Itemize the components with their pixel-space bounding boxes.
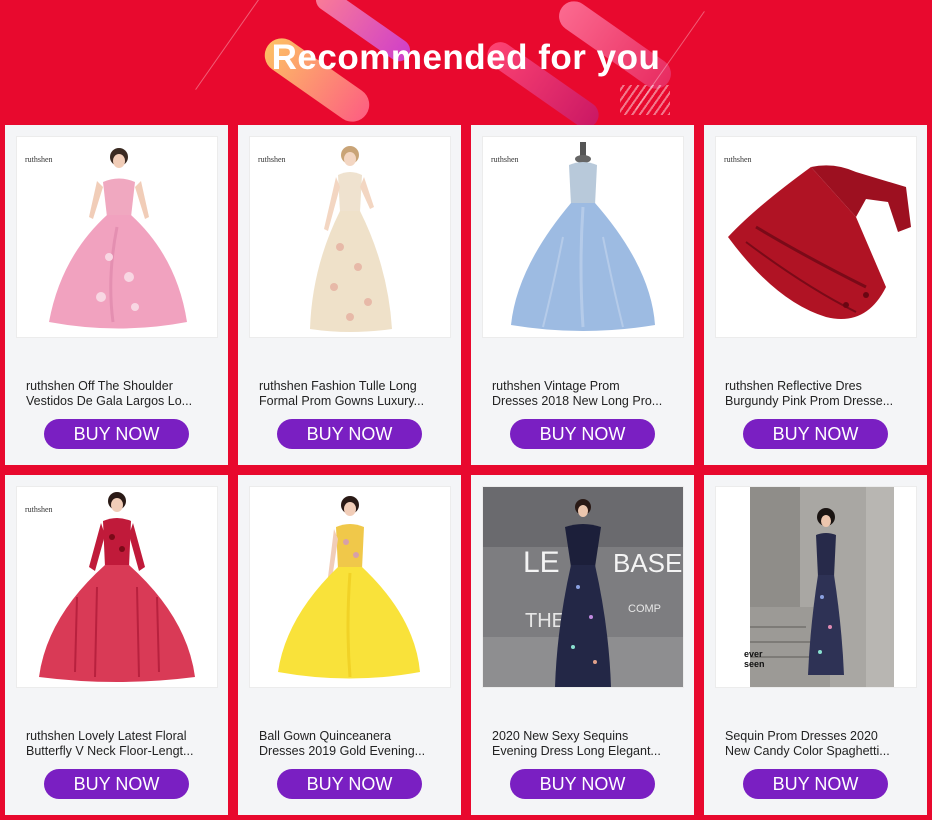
product-card[interactable]: ruthshen ruthshen Vintage Prom Dresses 2…: [471, 125, 694, 465]
dress-illustration: [49, 148, 187, 329]
header-banner: Recommended for you: [0, 0, 932, 125]
buy-now-button[interactable]: BUY NOW: [277, 769, 422, 799]
buy-now-button[interactable]: BUY NOW: [510, 419, 655, 449]
buy-now-button[interactable]: BUY NOW: [743, 769, 888, 799]
product-title[interactable]: Ball Gown Quinceanera Dresses 2019 Gold …: [259, 729, 445, 759]
product-card[interactable]: Ball Gown Quinceanera Dresses 2019 Gold …: [238, 475, 461, 815]
photo-sign-text: COMP: [628, 603, 661, 615]
photo-illustration: LE BASES THE COMP: [483, 487, 683, 687]
photo-sign-text: ever: [744, 649, 763, 659]
buy-now-button[interactable]: BUY NOW: [44, 769, 189, 799]
product-title[interactable]: Sequin Prom Dresses 2020 New Candy Color…: [725, 729, 911, 759]
dress-illustration: [278, 496, 420, 679]
buy-now-button[interactable]: BUY NOW: [510, 769, 655, 799]
dress-illustration: [728, 165, 911, 319]
product-title[interactable]: 2020 New Sexy Sequins Evening Dress Long…: [492, 729, 678, 759]
decorative-hatch: [620, 85, 670, 115]
photo-sign-text: seen: [744, 659, 765, 669]
product-image[interactable]: ruthshen: [482, 136, 684, 338]
dress-illustration: [511, 142, 655, 331]
buy-now-button[interactable]: BUY NOW: [743, 419, 888, 449]
product-title[interactable]: ruthshen Vintage Prom Dresses 2018 New L…: [492, 379, 678, 409]
dress-illustration: [310, 146, 392, 332]
page-title: Recommended for you: [271, 38, 661, 77]
product-card[interactable]: ruthshen ruthshen Lovely Latest Floral B…: [5, 475, 228, 815]
product-card[interactable]: ever seen Sequin Prom Dresses 2020 New C…: [704, 475, 927, 815]
product-image[interactable]: ruthshen: [715, 136, 917, 338]
product-image[interactable]: ruthshen: [16, 136, 218, 338]
product-title[interactable]: ruthshen Fashion Tulle Long Formal Prom …: [259, 379, 445, 409]
product-title[interactable]: ruthshen Reflective Dres Burgundy Pink P…: [725, 379, 911, 409]
product-image[interactable]: ruthshen: [16, 486, 218, 688]
product-image[interactable]: [249, 486, 451, 688]
product-grid: ruthshen ruthshen Off The Shoulder Vesti…: [5, 125, 927, 815]
product-card[interactable]: LE BASES THE COMP 2020 New Sexy Sequins …: [471, 475, 694, 815]
product-card[interactable]: ruthshen ruthshen Reflective Dres Burgun…: [704, 125, 927, 465]
photo-sign-text: LE: [523, 546, 560, 579]
buy-now-button[interactable]: BUY NOW: [44, 419, 189, 449]
photo-illustration: ever seen: [744, 487, 894, 687]
product-image[interactable]: ruthshen: [249, 136, 451, 338]
product-card[interactable]: ruthshen ruthshen Off The Shoulder Vesti…: [5, 125, 228, 465]
dress-illustration: [39, 492, 195, 682]
product-title[interactable]: ruthshen Lovely Latest Floral Butterfly …: [26, 729, 212, 759]
photo-sign-text: BASES: [613, 548, 683, 578]
product-image[interactable]: ever seen: [715, 486, 917, 688]
product-card[interactable]: ruthshen ruthshen Fashion Tulle Long For…: [238, 125, 461, 465]
product-title[interactable]: ruthshen Off The Shoulder Vestidos De Ga…: [26, 379, 212, 409]
buy-now-button[interactable]: BUY NOW: [277, 419, 422, 449]
product-image[interactable]: LE BASES THE COMP: [482, 486, 684, 688]
photo-sign-text: THE: [525, 610, 565, 632]
